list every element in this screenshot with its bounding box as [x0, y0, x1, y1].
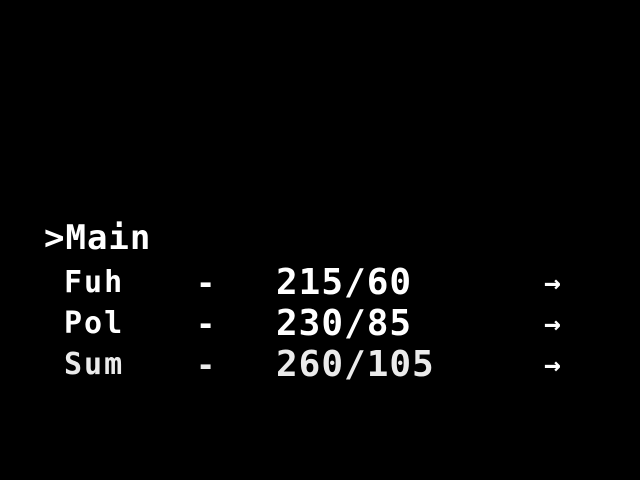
row-value: 260/105 [276, 344, 435, 385]
row-dash: - [196, 264, 216, 302]
row-value: 215/60 [276, 262, 413, 303]
arrow-right-icon[interactable]: → [544, 344, 561, 386]
row-label: Pol [64, 306, 125, 341]
row-value: 230/85 [276, 303, 413, 344]
row-label: Sum [64, 347, 125, 382]
menu-title: Main [65, 218, 152, 258]
menu-row-0[interactable]: Fuh - 215/60 → [0, 262, 640, 304]
game-screen: >Main Fuh - 215/60 → Pol - 230/85 → Sum … [0, 0, 640, 480]
arrow-right-icon[interactable]: → [544, 303, 561, 345]
menu-header[interactable]: >Main [44, 218, 151, 258]
menu-row-1[interactable]: Pol - 230/85 → [0, 303, 640, 345]
arrow-right-icon[interactable]: → [544, 262, 561, 304]
selection-cursor: > [44, 218, 66, 258]
menu-row-2[interactable]: Sum - 260/105 → [0, 344, 640, 386]
row-dash: - [196, 346, 216, 384]
row-dash: - [196, 305, 216, 343]
row-label: Fuh [64, 265, 125, 300]
